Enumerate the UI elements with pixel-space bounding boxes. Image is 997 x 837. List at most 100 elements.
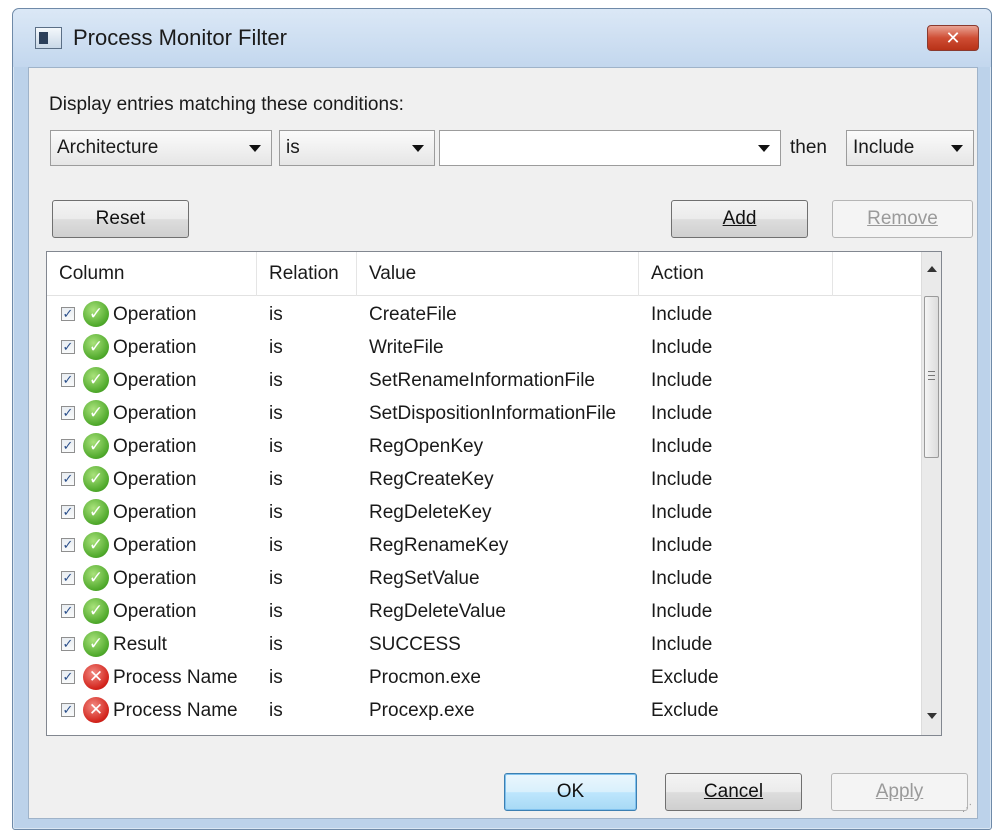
cell-action: Include [651,337,713,358]
row-checkbox[interactable]: ✓ [61,472,75,486]
cell-action: Include [651,568,713,589]
row-checkbox[interactable]: ✓ [61,406,75,420]
check-icon: ✓ [83,598,109,624]
cell-value: RegDeleteKey [369,502,492,523]
cell-column: Operation [113,469,197,490]
scroll-down-arrow-icon[interactable] [927,713,937,719]
table-row[interactable]: ✓ ✓ Operation is SetDispositionInformationFi… [47,397,922,430]
row-checkbox[interactable]: ✓ [61,340,75,354]
check-icon: ✓ [83,433,109,459]
table-row[interactable]: ✓ ✓ Operation is SetRenameInformationFile Inc… [47,364,922,397]
cell-action: Exclude [651,667,719,688]
cell-action: Include [651,304,713,325]
table-row[interactable]: ✓ ✓ Operation is RegDeleteKey Include [47,496,922,529]
cell-action: Include [651,469,713,490]
cell-column: Operation [113,337,197,358]
cell-action: Include [651,634,713,655]
apply-button[interactable]: Apply [831,773,968,811]
relation-combo[interactable]: is [279,130,435,166]
cell-action: Include [651,436,713,457]
cell-value: WriteFile [369,337,444,358]
column-combo[interactable]: Architecture [50,130,272,166]
chevron-down-icon [951,145,963,152]
title-bar[interactable]: Process Monitor Filter ✕ [13,9,991,67]
action-combo-value: Include [853,137,915,158]
table-row[interactable]: ✓ ✓ Operation is RegRenameKey Include [47,529,922,562]
cell-relation: is [269,535,283,556]
cell-relation: is [269,700,283,721]
cell-action: Exclude [651,700,719,721]
cell-relation: is [269,601,283,622]
column-header-relation[interactable]: Relation [257,252,357,296]
table-row[interactable]: ✓ ✓ Operation is CreateFile Include [47,298,922,331]
row-checkbox[interactable]: ✓ [61,505,75,519]
list-header: Column Relation Value Action [47,252,922,296]
scroll-up-arrow-icon[interactable] [927,266,937,272]
row-checkbox[interactable]: ✓ [61,373,75,387]
cell-value: RegDeleteValue [369,601,506,622]
check-icon: ✓ [83,565,109,591]
row-checkbox[interactable]: ✓ [61,307,75,321]
app-icon [35,27,62,49]
row-checkbox[interactable]: ✓ [61,571,75,585]
table-row[interactable]: ✓ ✓ Operation is WriteFile Include [47,331,922,364]
remove-button[interactable]: Remove [832,200,973,238]
cell-action: Include [651,601,713,622]
cell-relation: is [269,370,283,391]
ok-button[interactable]: OK [504,773,637,811]
cell-column: Operation [113,436,197,457]
cell-value: SetDispositionInformationFile [369,403,617,424]
check-icon: ✓ [83,631,109,657]
cell-column: Operation [113,568,197,589]
column-combo-value: Architecture [57,137,159,158]
table-row[interactable]: ✓ ✓ Operation is RegSetValue Include [47,562,922,595]
row-checkbox[interactable]: ✓ [61,670,75,684]
add-button[interactable]: Add [671,200,808,238]
cell-column: Operation [113,304,197,325]
cell-relation: is [269,502,283,523]
cell-relation: is [269,304,283,325]
cell-column: Process Name [113,667,238,688]
check-icon: ✓ [83,532,109,558]
cell-value: SUCCESS [369,634,461,655]
cell-column: Process Name [113,700,238,721]
column-header-value[interactable]: Value [357,252,639,296]
check-icon: ✓ [83,367,109,393]
cell-action: Include [651,370,713,391]
row-checkbox[interactable]: ✓ [61,703,75,717]
resize-grip-icon[interactable]: ⋰ [962,803,974,815]
value-combo[interactable] [439,130,781,166]
cell-relation: is [269,469,283,490]
table-row[interactable]: ✓ ✓ Operation is RegCreateKey Include [47,463,922,496]
row-checkbox[interactable]: ✓ [61,538,75,552]
cell-value: Procexp.exe [369,700,475,721]
cell-value: RegRenameKey [369,535,509,556]
cell-action: Include [651,502,713,523]
column-header-action[interactable]: Action [639,252,833,296]
vertical-scrollbar[interactable] [921,252,941,735]
table-row[interactable]: ✓ ✕ Process Name is Procexp.exe Exclude [47,694,922,727]
close-button[interactable]: ✕ [927,25,979,51]
cell-relation: is [269,403,283,424]
column-header-column[interactable]: Column [47,252,257,296]
reset-button[interactable]: Reset [52,200,189,238]
scroll-thumb[interactable] [924,296,939,458]
table-row[interactable]: ✓ ✓ Operation is RegOpenKey Include [47,430,922,463]
action-combo[interactable]: Include [846,130,974,166]
row-checkbox[interactable]: ✓ [61,637,75,651]
cancel-button[interactable]: Cancel [665,773,802,811]
cell-column: Operation [113,502,197,523]
cell-column: Operation [113,535,197,556]
table-row[interactable]: ✓ ✕ Process Name is Procmon.exe Exclude [47,661,922,694]
cell-value: RegCreateKey [369,469,494,490]
row-checkbox[interactable]: ✓ [61,604,75,618]
cell-value: CreateFile [369,304,457,325]
filter-list[interactable]: Column Relation Value Action ✓ ✓ Operation… [46,251,942,736]
cell-relation: is [269,568,283,589]
cell-action: Include [651,403,713,424]
cell-value: SetRenameInformationFile [369,370,595,391]
cell-column: Result [113,634,167,655]
row-checkbox[interactable]: ✓ [61,439,75,453]
table-row[interactable]: ✓ ✓ Operation is RegDeleteValue Include [47,595,922,628]
table-row[interactable]: ✓ ✓ Result is SUCCESS Include [47,628,922,661]
